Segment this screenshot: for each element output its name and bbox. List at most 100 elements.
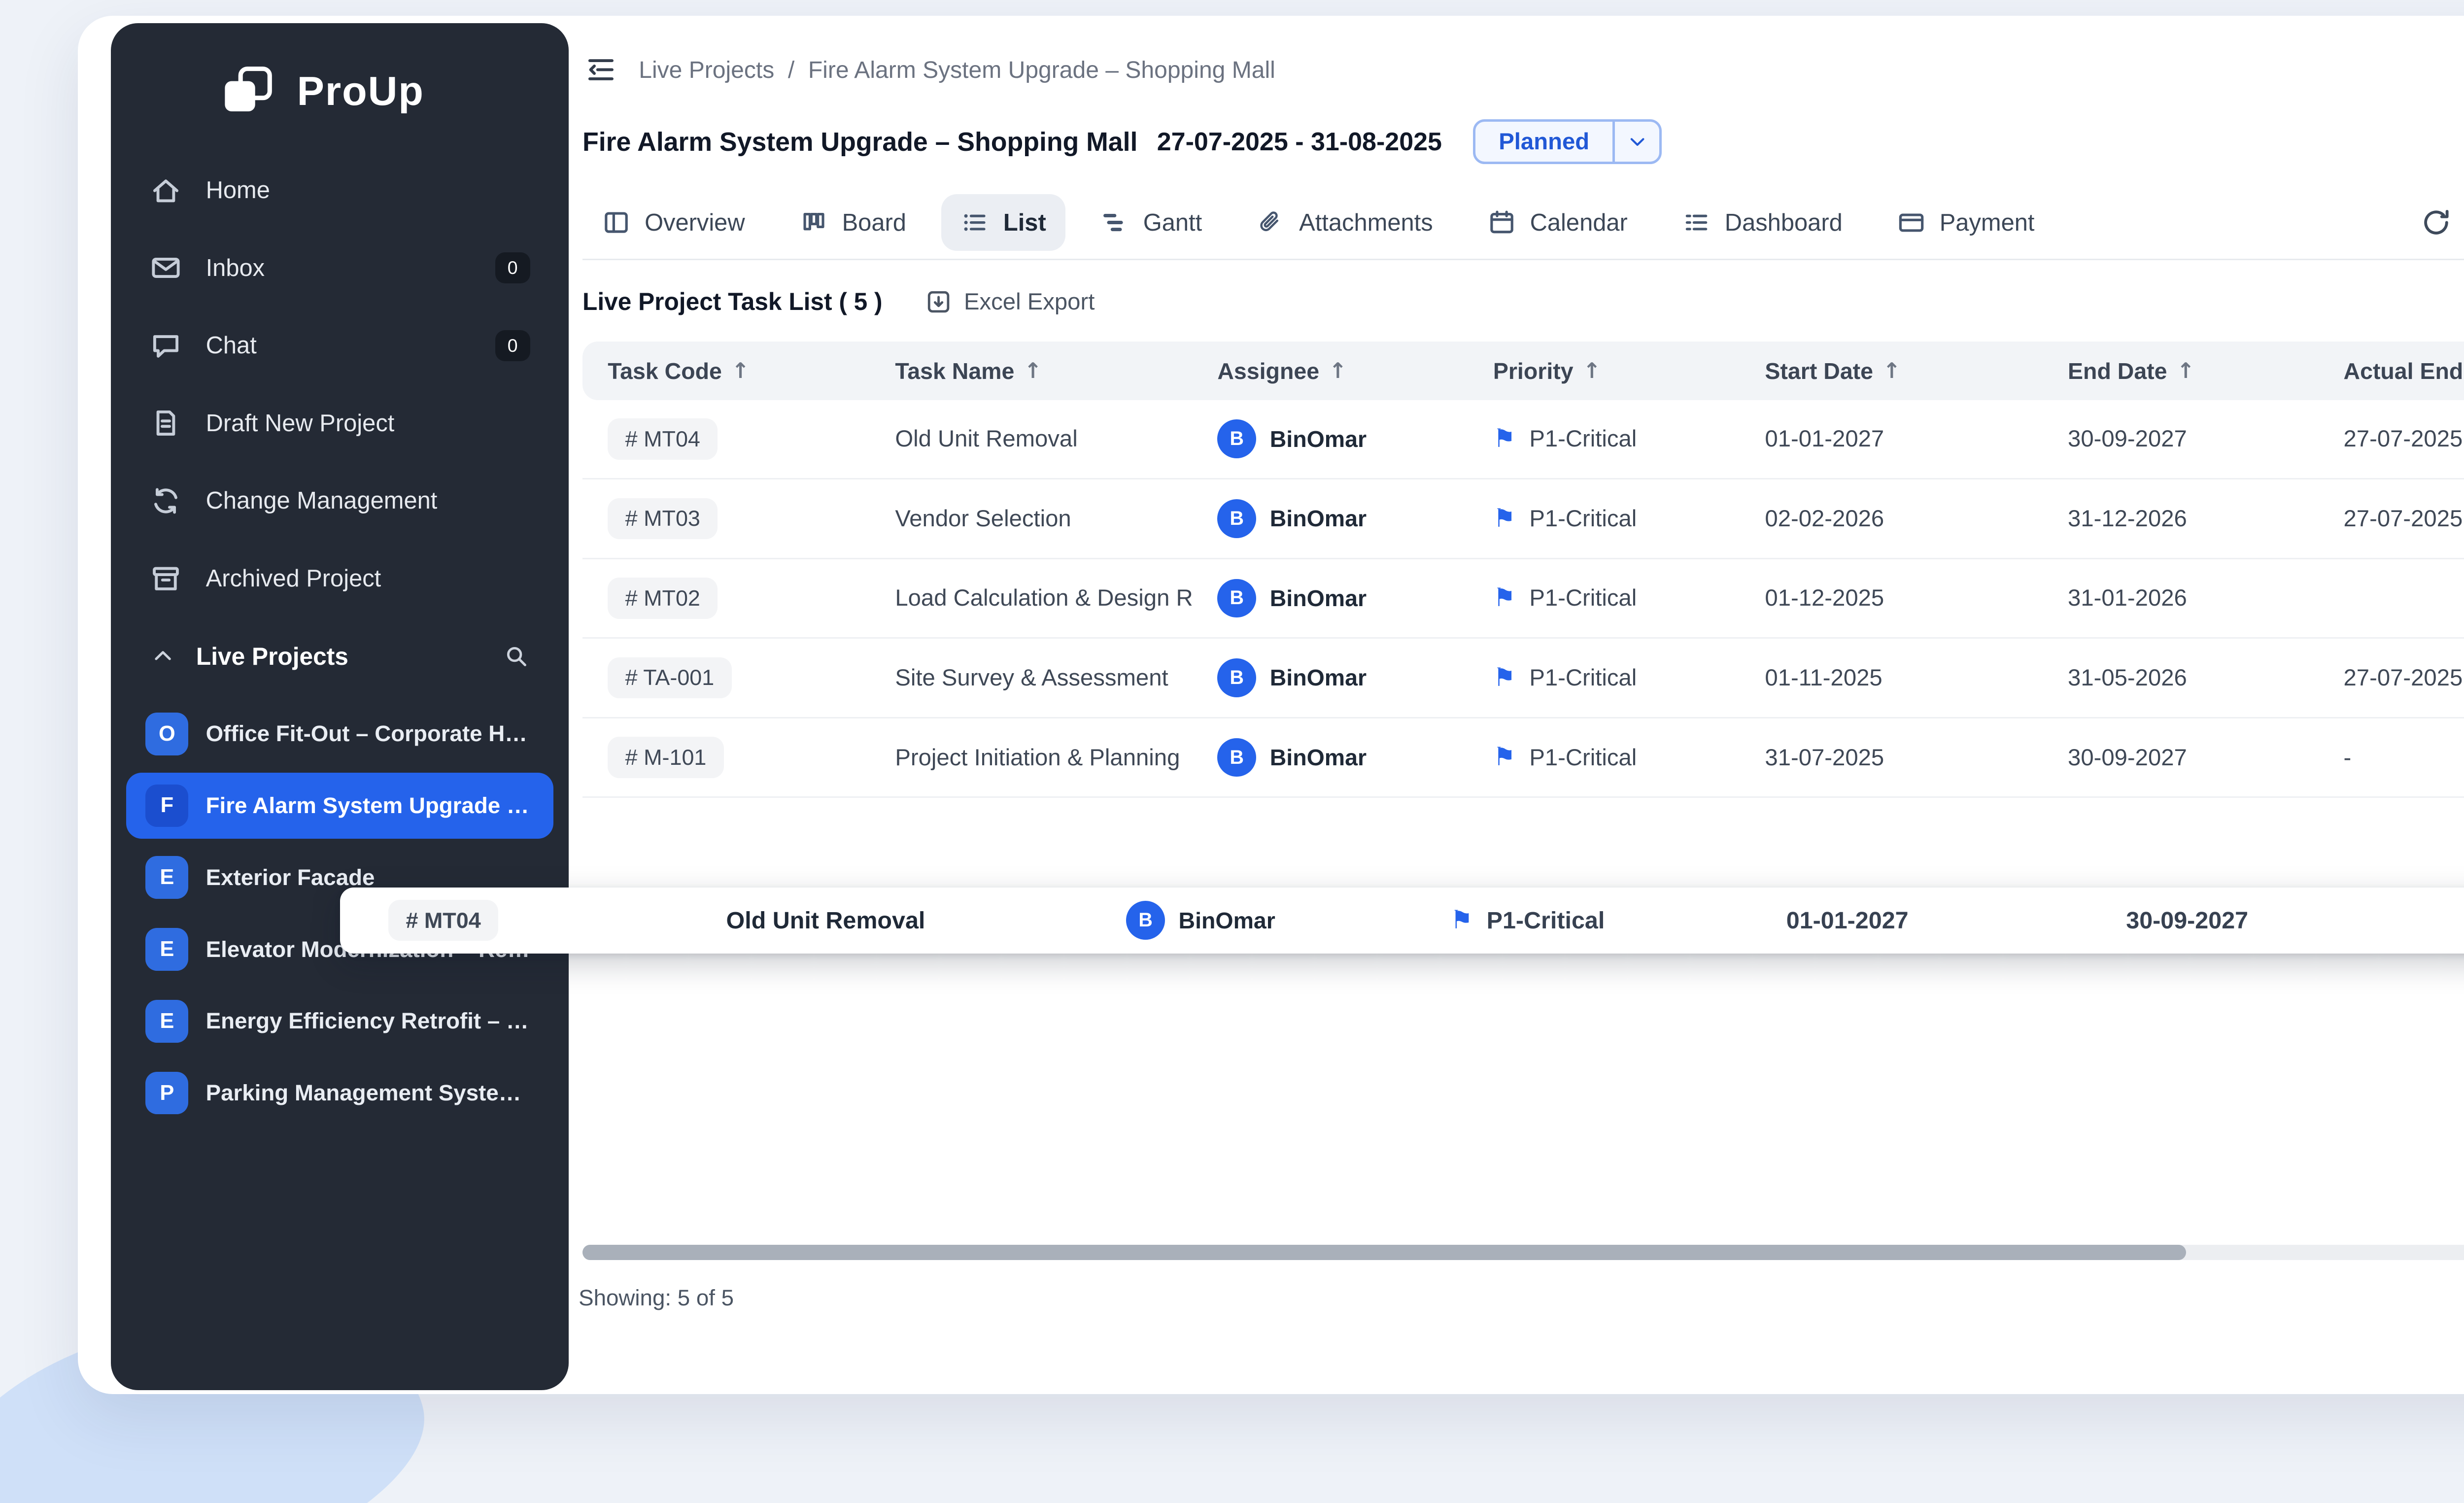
sidebar-item-chat[interactable]: Chat 0 <box>111 307 569 384</box>
table-row[interactable]: # MT04 Old Unit Removal B BinOmar ⚑ P1-C… <box>582 400 2464 480</box>
export-icon <box>925 288 952 315</box>
tab-board[interactable]: Board <box>780 194 926 250</box>
sidebar-item-label: Home <box>206 176 530 204</box>
priority-label: P1-Critical <box>1487 907 1605 934</box>
tab-list[interactable]: List <box>941 194 1065 250</box>
column-header[interactable]: End Date↑ <box>2043 358 2318 384</box>
sidebar-item-label: Inbox <box>206 254 472 282</box>
column-header[interactable]: Priority↑ <box>1468 358 1740 384</box>
actual-end-date: 27-07-2025 <box>2318 425 2464 452</box>
chat-icon <box>149 329 182 362</box>
start-date: 31-07-2025 <box>1740 744 2043 771</box>
sort-up-icon: ↑ <box>1883 359 1901 383</box>
sidebar-item-inbox[interactable]: Inbox 0 <box>111 229 569 307</box>
sidebar-project-item[interactable]: F Fire Alarm System Upgrade – Sh... <box>126 773 553 839</box>
project-header: Fire Alarm System Upgrade – Shopping Mal… <box>582 113 2464 171</box>
tabs: Overview Board List Gantt Attachments Ca… <box>582 194 2054 250</box>
task-name: Old Unit Removal <box>870 425 1192 452</box>
project-avatar: E <box>145 856 188 899</box>
assignee-avatar: B <box>1217 658 1256 697</box>
sidebar-item-archived-project[interactable]: Archived Project <box>111 540 569 617</box>
board-icon <box>799 208 828 237</box>
sidebar-item-home[interactable]: Home <box>111 151 569 229</box>
sidebar-project-item[interactable]: O Office Fit-Out – Corporate Head... <box>126 701 553 767</box>
sidebar-item-change-management[interactable]: Change Management <box>111 462 569 540</box>
task-name: Vendor Selection <box>870 505 1192 532</box>
actual-end-date: - <box>2318 744 2464 771</box>
tab-payment[interactable]: Payment <box>1878 194 2054 250</box>
home-icon <box>149 174 182 207</box>
table-row[interactable]: # M-101 Project Initiation & Planning B … <box>582 718 2464 798</box>
column-header[interactable]: Actual End Date↑ <box>2318 358 2464 384</box>
sidebar-section-live-projects[interactable]: Live Projects <box>111 617 569 695</box>
scrollbar-thumb[interactable] <box>582 1245 2186 1261</box>
sidebar-project-item[interactable]: P Parking Management System In... <box>126 1060 553 1126</box>
tab-gantt[interactable]: Gantt <box>1081 194 1222 250</box>
list-header: Live Project Task List ( 5 ) Excel Expor… <box>582 287 2464 316</box>
column-header[interactable]: Start Date↑ <box>1740 358 2043 384</box>
dragged-task-row[interactable]: # MT04 Old Unit Removal B BinOmar ⚑ P1-C… <box>340 888 2464 954</box>
count-badge: 0 <box>495 252 530 283</box>
breadcrumb-current: Fire Alarm System Upgrade – Shopping Mal… <box>808 56 1275 84</box>
priority-flag-icon: ⚑ <box>1493 745 1516 770</box>
tab-label: Payment <box>1940 209 2035 237</box>
inbox-icon <box>149 251 182 284</box>
sidebar-item-draft-new-project[interactable]: Draft New Project <box>111 384 569 462</box>
task-code-chip: # MT03 <box>608 498 718 540</box>
assignee-avatar: B <box>1217 499 1256 538</box>
priority-flag-icon: ⚑ <box>1450 908 1473 933</box>
tab-label: Board <box>842 209 906 237</box>
project-label: Energy Efficiency Retrofit – Offic... <box>206 1008 534 1034</box>
priority-label: P1-Critical <box>1529 664 1637 691</box>
search-icon[interactable] <box>503 643 530 670</box>
sidebar-section-label: Live Projects <box>196 642 483 671</box>
project-status-select[interactable]: Planned <box>1473 119 1662 164</box>
sidebar-item-label: Archived Project <box>206 565 530 592</box>
end-date: 31-01-2026 <box>2043 584 2318 612</box>
sidebar-item-label: Change Management <box>206 487 530 514</box>
logo: ProUp <box>111 23 569 139</box>
excel-export-label: Excel Export <box>964 288 1095 315</box>
task-name: Site Survey & Assessment <box>870 664 1192 691</box>
sort-up-icon: ↑ <box>732 359 750 383</box>
assignee-avatar: B <box>1126 901 1165 940</box>
chevron-up-icon <box>149 643 176 670</box>
column-header[interactable]: Task Code↑ <box>582 358 870 384</box>
sidebar-project-item[interactable]: E Energy Efficiency Retrofit – Offic... <box>126 988 553 1054</box>
sidebar: ProUp Home Inbox 0 Chat 0 Draft New Proj… <box>111 23 569 1390</box>
tab-label: Attachments <box>1299 209 1433 237</box>
breadcrumb-separator: / <box>788 56 794 84</box>
tab-overview[interactable]: Overview <box>582 194 764 250</box>
priority-flag-icon: ⚑ <box>1493 426 1516 451</box>
table-row[interactable]: # TA-001 Site Survey & Assessment B BinO… <box>582 639 2464 718</box>
end-date: 31-12-2026 <box>2043 505 2318 532</box>
tab-calendar[interactable]: Calendar <box>1468 194 1647 250</box>
sort-up-icon: ↑ <box>1583 359 1601 383</box>
showing-count: Showing: 5 of 5 <box>579 1285 734 1311</box>
excel-export-button[interactable]: Excel Export <box>925 288 1095 315</box>
tab-attachments[interactable]: Attachments <box>1237 194 1452 250</box>
project-label: Office Fit-Out – Corporate Head... <box>206 721 534 747</box>
table-row[interactable]: # MT03 Vendor Selection B BinOmar ⚑ P1-C… <box>582 479 2464 559</box>
sort-up-icon: ↑ <box>1329 359 1347 383</box>
tab-dashboard[interactable]: Dashboard <box>1663 194 1862 250</box>
dashboard-icon <box>1682 208 1711 237</box>
draft-icon <box>149 407 182 440</box>
project-avatar: E <box>145 1000 188 1043</box>
task-list-title: Live Project Task List ( 5 ) <box>582 287 883 316</box>
priority-label: P1-Critical <box>1529 744 1637 771</box>
start-date: 01-12-2025 <box>1740 584 2043 612</box>
project-label: Exterior Facade <box>206 865 375 890</box>
assignee-name: BinOmar <box>1179 907 1275 934</box>
table-row[interactable]: # MT02 Load Calculation & Design Review … <box>582 559 2464 639</box>
task-name: Old Unit Removal <box>726 907 1127 934</box>
column-header[interactable]: Task Name↑ <box>870 358 1192 384</box>
breadcrumb-item[interactable]: Live Projects <box>639 56 774 84</box>
column-header[interactable]: Assignee↑ <box>1192 358 1468 384</box>
sidebar-item-label: Draft New Project <box>206 410 530 437</box>
refresh-icon[interactable] <box>2420 206 2453 239</box>
start-date: 01-11-2025 <box>1740 664 2043 691</box>
sidebar-toggle-icon[interactable] <box>582 53 619 86</box>
tab-label: Overview <box>645 209 745 237</box>
horizontal-scrollbar[interactable] <box>582 1245 2464 1261</box>
